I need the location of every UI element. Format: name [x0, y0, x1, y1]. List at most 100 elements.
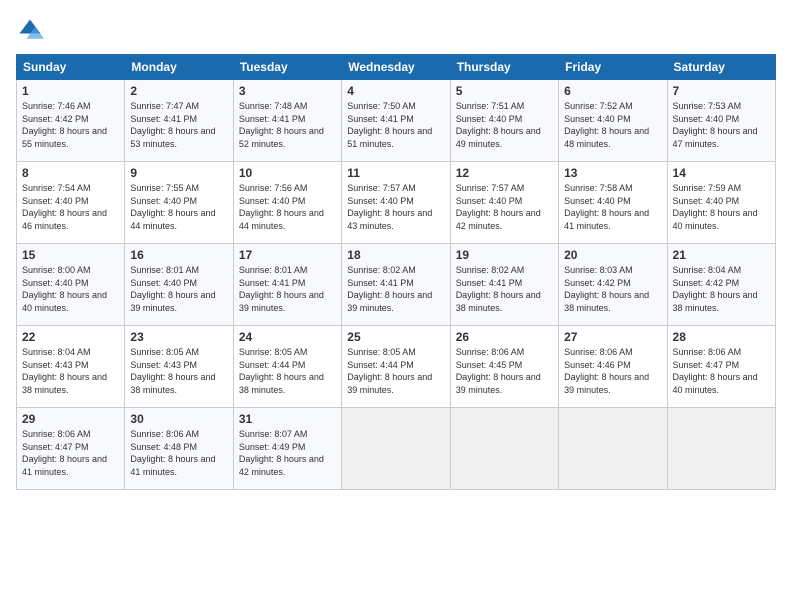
day-number: 8: [22, 166, 119, 180]
weekday-header: Wednesday: [342, 55, 450, 80]
day-number: 19: [456, 248, 553, 262]
day-cell: 31 Sunrise: 8:07 AMSunset: 4:49 PMDaylig…: [233, 408, 341, 490]
day-info: Sunrise: 7:51 AMSunset: 4:40 PMDaylight:…: [456, 101, 541, 149]
day-cell: 1 Sunrise: 7:46 AMSunset: 4:42 PMDayligh…: [17, 80, 125, 162]
day-info: Sunrise: 7:56 AMSunset: 4:40 PMDaylight:…: [239, 183, 324, 231]
day-number: 30: [130, 412, 227, 426]
day-number: 29: [22, 412, 119, 426]
day-number: 16: [130, 248, 227, 262]
header: [16, 16, 776, 44]
weekday-header: Sunday: [17, 55, 125, 80]
day-number: 4: [347, 84, 444, 98]
day-info: Sunrise: 8:04 AMSunset: 4:43 PMDaylight:…: [22, 347, 107, 395]
logo-icon: [16, 16, 44, 44]
day-info: Sunrise: 7:54 AMSunset: 4:40 PMDaylight:…: [22, 183, 107, 231]
day-cell: 6 Sunrise: 7:52 AMSunset: 4:40 PMDayligh…: [559, 80, 667, 162]
day-number: 1: [22, 84, 119, 98]
day-info: Sunrise: 8:05 AMSunset: 4:43 PMDaylight:…: [130, 347, 215, 395]
day-number: 13: [564, 166, 661, 180]
day-info: Sunrise: 7:50 AMSunset: 4:41 PMDaylight:…: [347, 101, 432, 149]
week-row: 8 Sunrise: 7:54 AMSunset: 4:40 PMDayligh…: [17, 162, 776, 244]
day-info: Sunrise: 8:06 AMSunset: 4:46 PMDaylight:…: [564, 347, 649, 395]
day-cell: 21 Sunrise: 8:04 AMSunset: 4:42 PMDaylig…: [667, 244, 775, 326]
day-number: 26: [456, 330, 553, 344]
day-cell: 12 Sunrise: 7:57 AMSunset: 4:40 PMDaylig…: [450, 162, 558, 244]
day-cell: 10 Sunrise: 7:56 AMSunset: 4:40 PMDaylig…: [233, 162, 341, 244]
logo: [16, 16, 48, 44]
day-info: Sunrise: 7:48 AMSunset: 4:41 PMDaylight:…: [239, 101, 324, 149]
day-number: 18: [347, 248, 444, 262]
day-cell: [559, 408, 667, 490]
week-row: 22 Sunrise: 8:04 AMSunset: 4:43 PMDaylig…: [17, 326, 776, 408]
day-cell: 3 Sunrise: 7:48 AMSunset: 4:41 PMDayligh…: [233, 80, 341, 162]
day-info: Sunrise: 7:47 AMSunset: 4:41 PMDaylight:…: [130, 101, 215, 149]
day-number: 28: [673, 330, 770, 344]
week-row: 1 Sunrise: 7:46 AMSunset: 4:42 PMDayligh…: [17, 80, 776, 162]
day-info: Sunrise: 8:04 AMSunset: 4:42 PMDaylight:…: [673, 265, 758, 313]
day-number: 31: [239, 412, 336, 426]
day-cell: 23 Sunrise: 8:05 AMSunset: 4:43 PMDaylig…: [125, 326, 233, 408]
day-number: 10: [239, 166, 336, 180]
day-cell: 22 Sunrise: 8:04 AMSunset: 4:43 PMDaylig…: [17, 326, 125, 408]
day-number: 12: [456, 166, 553, 180]
day-info: Sunrise: 8:06 AMSunset: 4:48 PMDaylight:…: [130, 429, 215, 477]
day-info: Sunrise: 7:53 AMSunset: 4:40 PMDaylight:…: [673, 101, 758, 149]
day-info: Sunrise: 7:57 AMSunset: 4:40 PMDaylight:…: [347, 183, 432, 231]
day-cell: 30 Sunrise: 8:06 AMSunset: 4:48 PMDaylig…: [125, 408, 233, 490]
day-cell: 20 Sunrise: 8:03 AMSunset: 4:42 PMDaylig…: [559, 244, 667, 326]
day-info: Sunrise: 7:46 AMSunset: 4:42 PMDaylight:…: [22, 101, 107, 149]
page: SundayMondayTuesdayWednesdayThursdayFrid…: [0, 0, 792, 612]
day-cell: [667, 408, 775, 490]
day-number: 2: [130, 84, 227, 98]
day-number: 9: [130, 166, 227, 180]
day-number: 24: [239, 330, 336, 344]
day-number: 5: [456, 84, 553, 98]
day-info: Sunrise: 8:05 AMSunset: 4:44 PMDaylight:…: [347, 347, 432, 395]
day-cell: 9 Sunrise: 7:55 AMSunset: 4:40 PMDayligh…: [125, 162, 233, 244]
day-number: 27: [564, 330, 661, 344]
day-number: 23: [130, 330, 227, 344]
day-info: Sunrise: 8:05 AMSunset: 4:44 PMDaylight:…: [239, 347, 324, 395]
day-number: 22: [22, 330, 119, 344]
day-info: Sunrise: 8:06 AMSunset: 4:47 PMDaylight:…: [673, 347, 758, 395]
day-number: 20: [564, 248, 661, 262]
day-info: Sunrise: 8:02 AMSunset: 4:41 PMDaylight:…: [456, 265, 541, 313]
weekday-header: Monday: [125, 55, 233, 80]
day-number: 17: [239, 248, 336, 262]
day-cell: 27 Sunrise: 8:06 AMSunset: 4:46 PMDaylig…: [559, 326, 667, 408]
day-cell: [342, 408, 450, 490]
day-info: Sunrise: 7:58 AMSunset: 4:40 PMDaylight:…: [564, 183, 649, 231]
day-cell: 16 Sunrise: 8:01 AMSunset: 4:40 PMDaylig…: [125, 244, 233, 326]
weekday-header: Tuesday: [233, 55, 341, 80]
day-info: Sunrise: 7:55 AMSunset: 4:40 PMDaylight:…: [130, 183, 215, 231]
week-row: 15 Sunrise: 8:00 AMSunset: 4:40 PMDaylig…: [17, 244, 776, 326]
day-info: Sunrise: 8:00 AMSunset: 4:40 PMDaylight:…: [22, 265, 107, 313]
day-cell: 8 Sunrise: 7:54 AMSunset: 4:40 PMDayligh…: [17, 162, 125, 244]
day-cell: 7 Sunrise: 7:53 AMSunset: 4:40 PMDayligh…: [667, 80, 775, 162]
weekday-header: Thursday: [450, 55, 558, 80]
day-info: Sunrise: 7:52 AMSunset: 4:40 PMDaylight:…: [564, 101, 649, 149]
weekday-header: Friday: [559, 55, 667, 80]
day-number: 3: [239, 84, 336, 98]
day-cell: 15 Sunrise: 8:00 AMSunset: 4:40 PMDaylig…: [17, 244, 125, 326]
day-number: 14: [673, 166, 770, 180]
day-info: Sunrise: 8:06 AMSunset: 4:45 PMDaylight:…: [456, 347, 541, 395]
day-info: Sunrise: 7:59 AMSunset: 4:40 PMDaylight:…: [673, 183, 758, 231]
day-cell: 19 Sunrise: 8:02 AMSunset: 4:41 PMDaylig…: [450, 244, 558, 326]
day-cell: 5 Sunrise: 7:51 AMSunset: 4:40 PMDayligh…: [450, 80, 558, 162]
day-cell: 18 Sunrise: 8:02 AMSunset: 4:41 PMDaylig…: [342, 244, 450, 326]
day-cell: 29 Sunrise: 8:06 AMSunset: 4:47 PMDaylig…: [17, 408, 125, 490]
weekday-header: Saturday: [667, 55, 775, 80]
day-info: Sunrise: 8:07 AMSunset: 4:49 PMDaylight:…: [239, 429, 324, 477]
day-cell: 24 Sunrise: 8:05 AMSunset: 4:44 PMDaylig…: [233, 326, 341, 408]
day-info: Sunrise: 8:01 AMSunset: 4:41 PMDaylight:…: [239, 265, 324, 313]
day-cell: 25 Sunrise: 8:05 AMSunset: 4:44 PMDaylig…: [342, 326, 450, 408]
day-cell: 13 Sunrise: 7:58 AMSunset: 4:40 PMDaylig…: [559, 162, 667, 244]
day-cell: 4 Sunrise: 7:50 AMSunset: 4:41 PMDayligh…: [342, 80, 450, 162]
day-cell: 26 Sunrise: 8:06 AMSunset: 4:45 PMDaylig…: [450, 326, 558, 408]
calendar-table: SundayMondayTuesdayWednesdayThursdayFrid…: [16, 54, 776, 490]
day-number: 21: [673, 248, 770, 262]
week-row: 29 Sunrise: 8:06 AMSunset: 4:47 PMDaylig…: [17, 408, 776, 490]
day-number: 7: [673, 84, 770, 98]
day-cell: 28 Sunrise: 8:06 AMSunset: 4:47 PMDaylig…: [667, 326, 775, 408]
